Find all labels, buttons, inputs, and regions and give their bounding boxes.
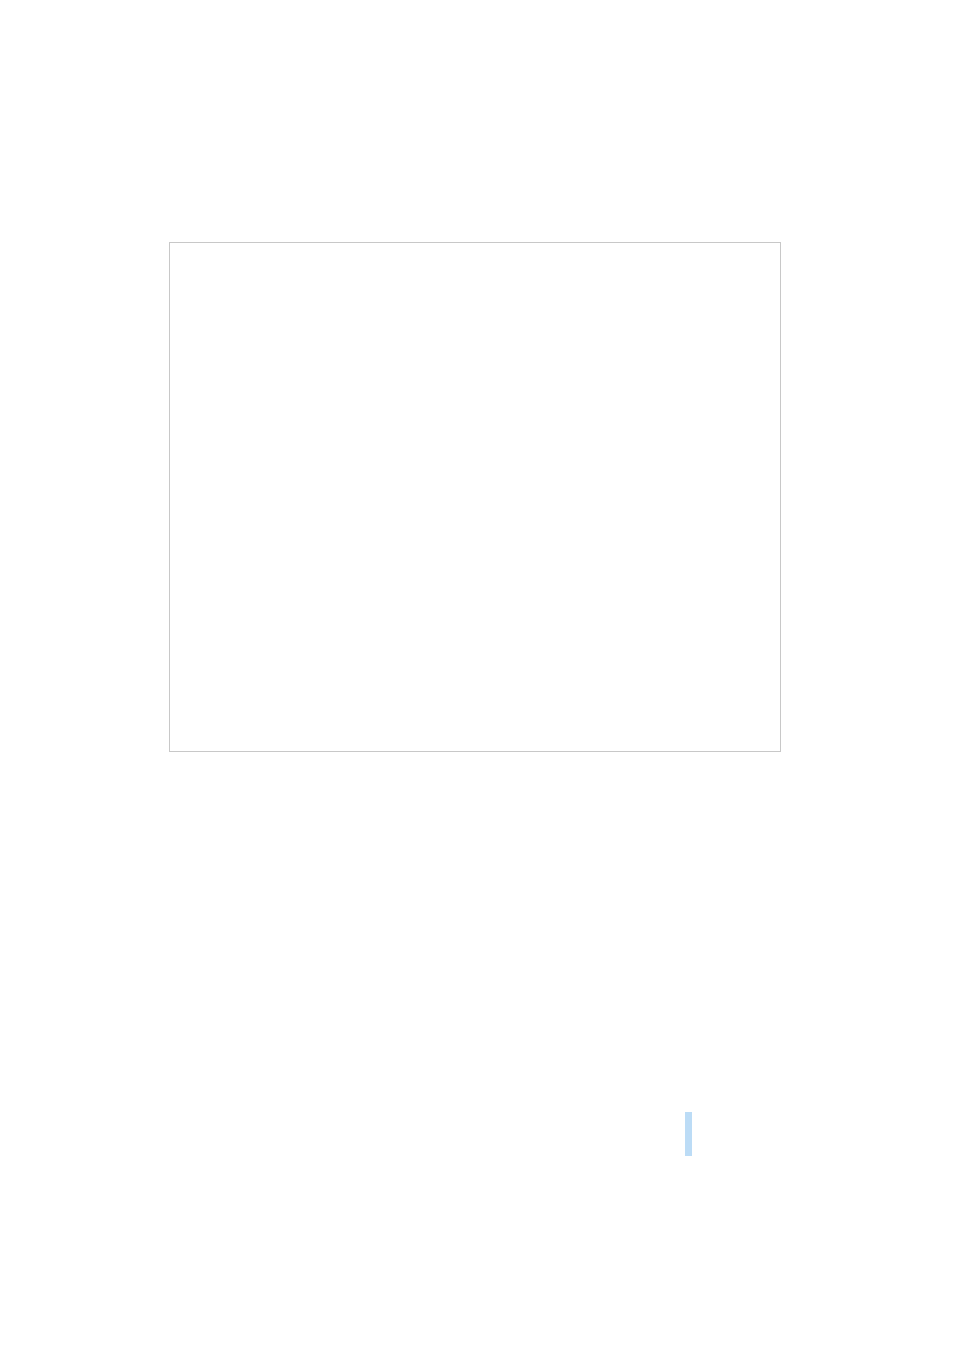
page-marker-bar [685, 1112, 692, 1156]
idrive-operating-principle-figure [169, 242, 781, 752]
page-content [169, 228, 784, 768]
manual-page [0, 0, 960, 1358]
